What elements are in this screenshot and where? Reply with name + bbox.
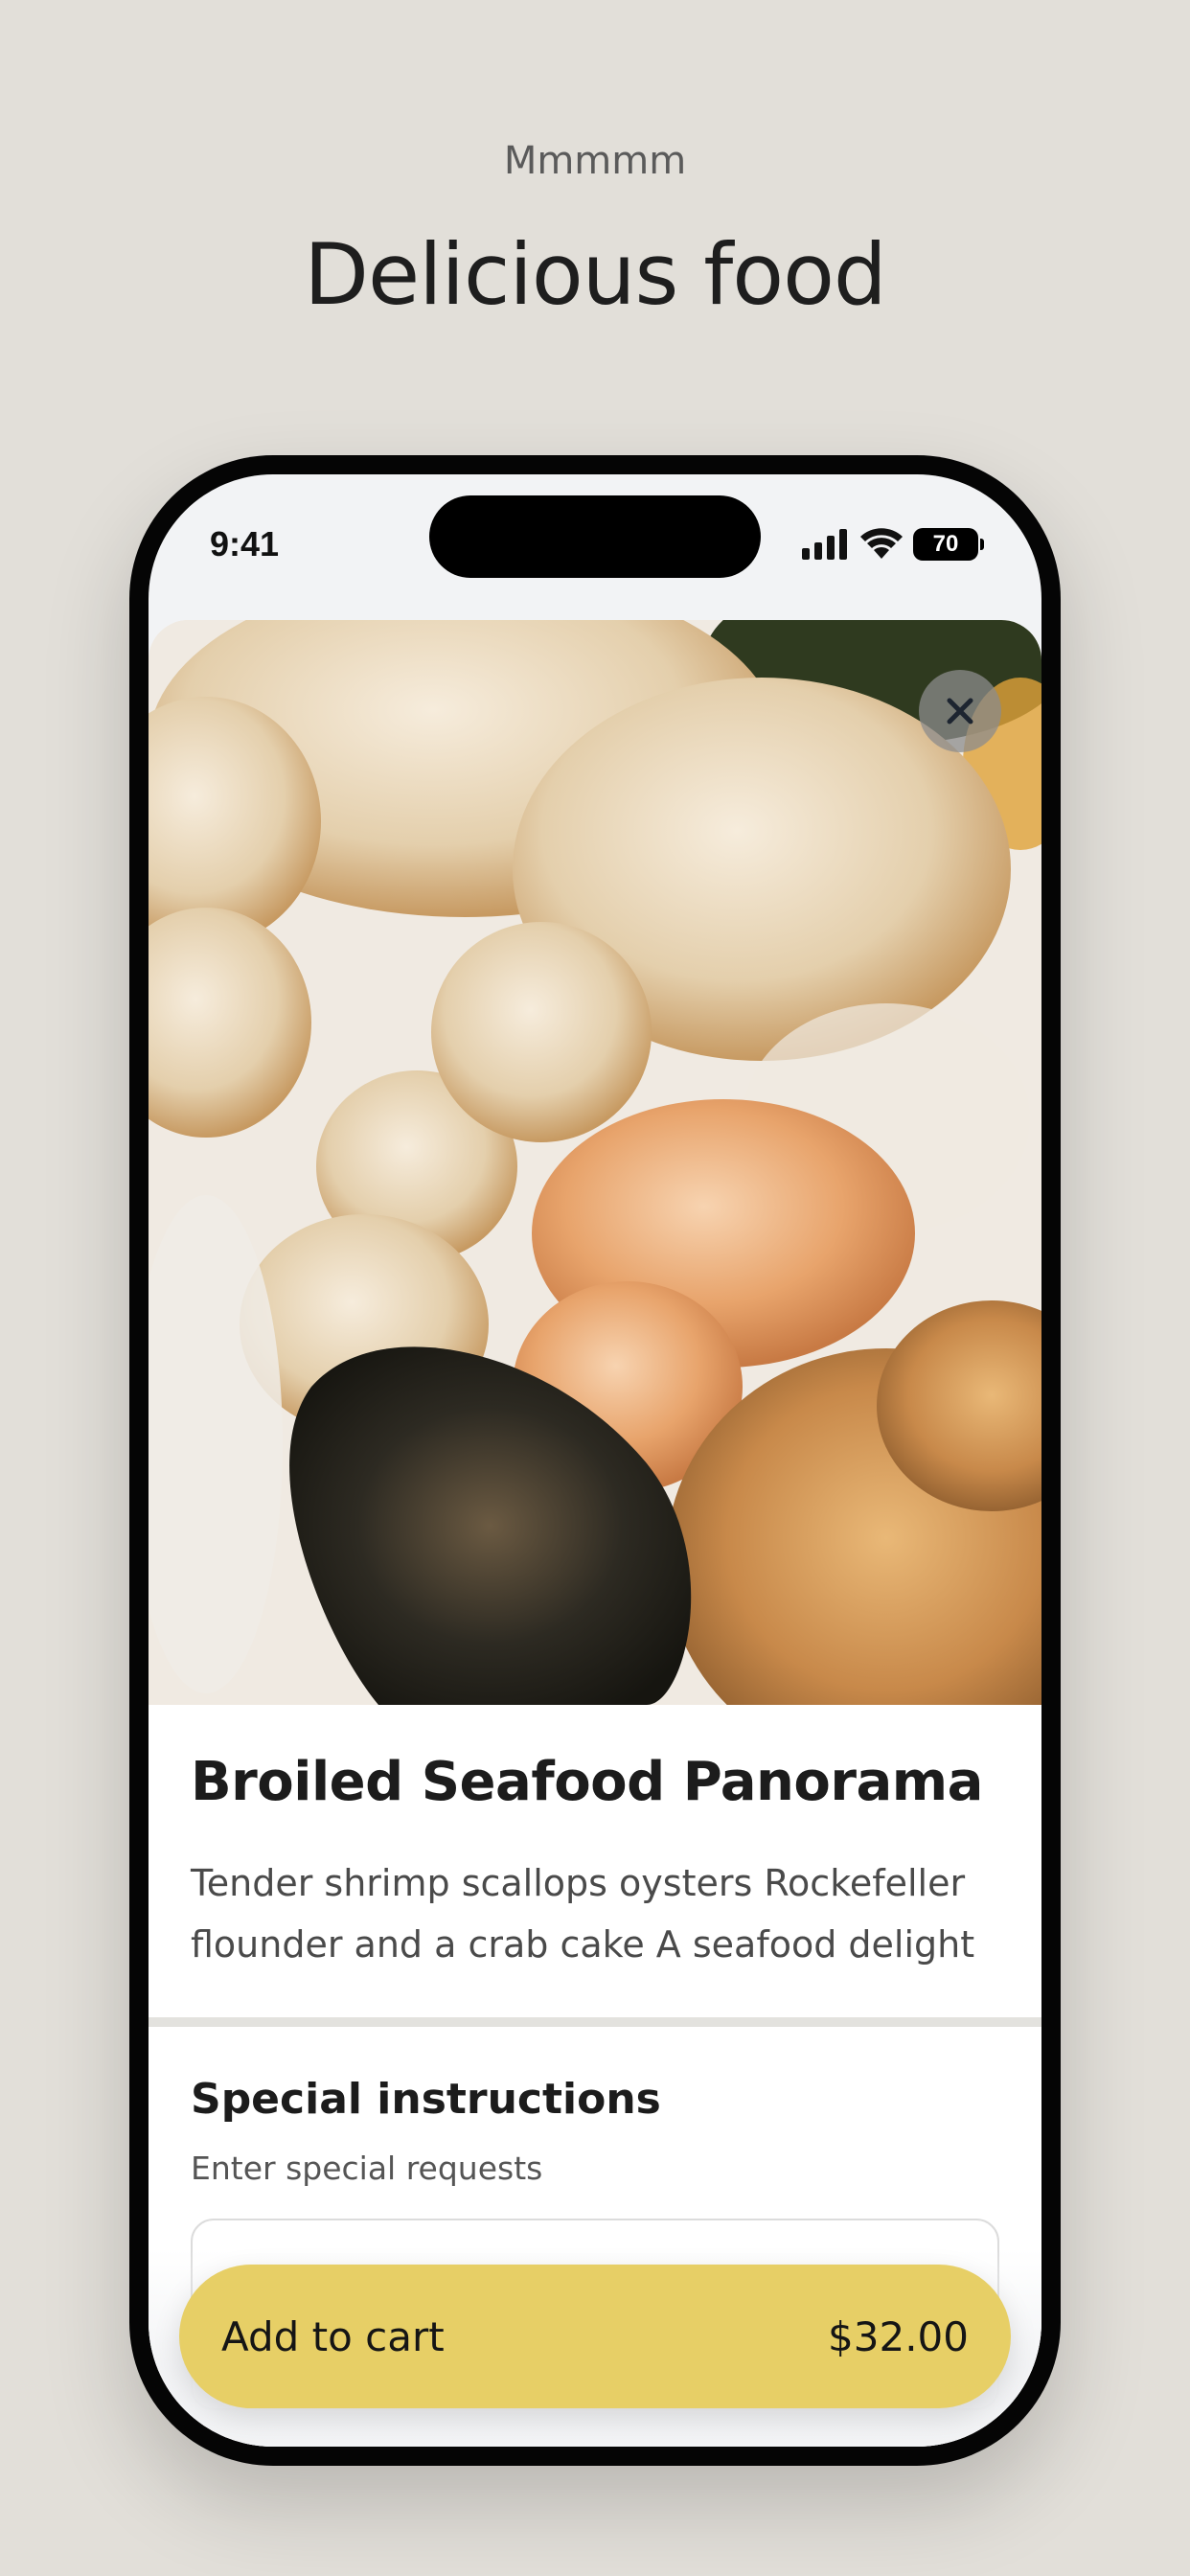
item-detail-sheet: Broiled Seafood Panorama Tender shrimp s… (149, 620, 1041, 2447)
item-description: Tender shrimp scallops oysters Rockefell… (191, 1862, 975, 1966)
page-eyebrow: Mmmmm (503, 139, 687, 183)
page-title: Delicious food (304, 225, 887, 324)
section-divider (149, 2017, 1041, 2027)
item-title: Broiled Seafood Panorama (191, 1751, 983, 1813)
close-button[interactable] (919, 670, 1001, 752)
cart-price: $32.00 (828, 2312, 969, 2360)
food-image (149, 620, 1041, 1705)
add-to-cart-label: Add to cart (221, 2312, 445, 2360)
phone-frame: 9:41 70 Broiled Seafood Panorama Tender … (129, 455, 1061, 2466)
battery-icon: 70 (913, 528, 984, 561)
close-icon (947, 698, 973, 724)
add-to-cart-button[interactable]: Add to cart $32.00 (179, 2265, 1011, 2408)
dynamic-island (429, 495, 761, 578)
status-icons: 70 (802, 528, 984, 561)
phone-screen: 9:41 70 Broiled Seafood Panorama Tender … (149, 474, 1041, 2447)
special-instructions-title: Special instructions (191, 2075, 661, 2124)
status-bar: 9:41 70 (149, 474, 1041, 618)
special-instructions-hint: Enter special requests (191, 2150, 543, 2187)
wifi-icon (860, 528, 903, 559)
status-time: 9:41 (210, 524, 280, 564)
signal-icon (802, 529, 847, 560)
